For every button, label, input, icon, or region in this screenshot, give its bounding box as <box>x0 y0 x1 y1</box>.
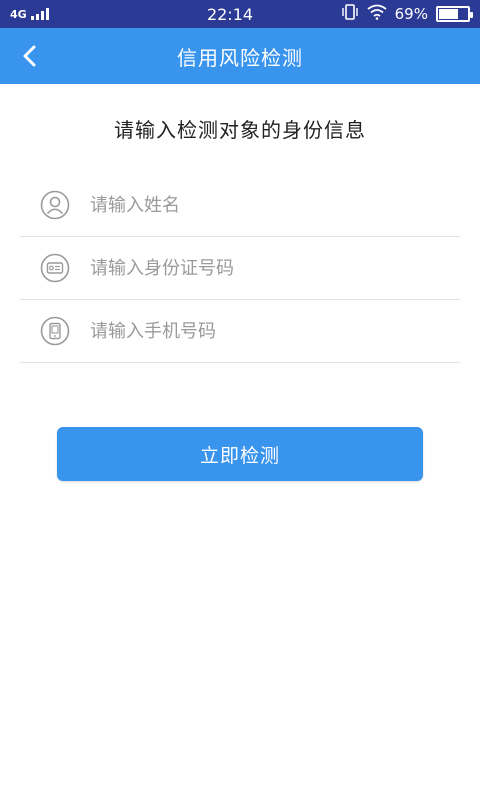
identity-form <box>20 174 460 363</box>
phone-input[interactable] <box>90 320 460 342</box>
battery-percent: 69% <box>394 5 428 23</box>
id-card-row <box>20 237 460 300</box>
network-type: 4G <box>10 7 27 21</box>
page-title: 信用风险检测 <box>177 45 303 70</box>
detect-now-button[interactable]: 立即检测 <box>57 427 423 481</box>
signal-icon <box>30 8 49 20</box>
id-card-icon <box>40 253 70 283</box>
phone-icon <box>40 316 70 346</box>
status-left: 4G <box>10 8 130 21</box>
status-bar: 4G 22:14 69% <box>0 0 480 28</box>
vibrate-icon <box>341 4 359 24</box>
status-right: 69% <box>330 4 473 24</box>
battery-level <box>438 9 459 19</box>
battery-icon <box>435 6 473 22</box>
wifi-icon <box>367 4 387 24</box>
back-button[interactable] <box>10 36 50 76</box>
name-input[interactable] <box>90 194 460 216</box>
chevron-left-icon <box>23 45 36 67</box>
form-heading: 请输入检测对象的身份信息 <box>114 118 366 142</box>
phone-row <box>20 300 460 363</box>
name-row <box>20 174 460 237</box>
header-bar: 信用风险检测 <box>0 28 480 84</box>
status-time: 22:14 <box>206 4 254 24</box>
person-icon <box>40 190 70 220</box>
id-card-input[interactable] <box>90 257 460 279</box>
